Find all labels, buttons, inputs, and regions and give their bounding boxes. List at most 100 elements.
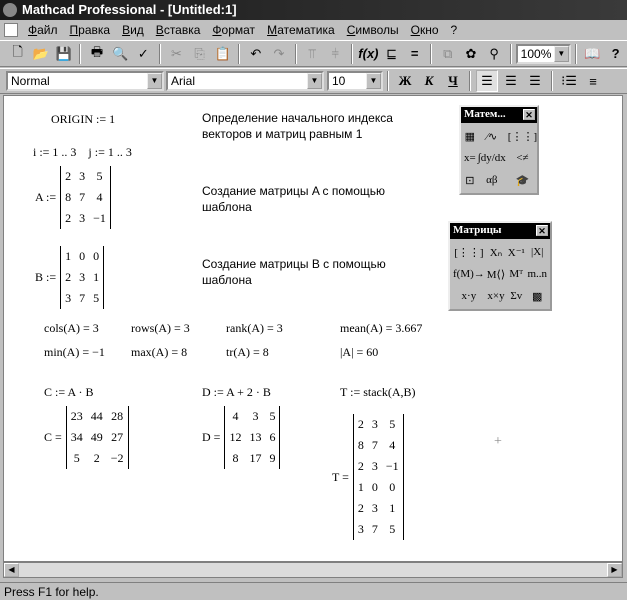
horizontal-scrollbar[interactable]: ◀ ▶ (3, 562, 623, 578)
crosshair-cursor: + (494, 434, 502, 449)
menu-window[interactable]: Окно (405, 23, 445, 37)
worksheet[interactable]: ORIGIN := 1 Определение начального индек… (3, 95, 623, 562)
help-icon[interactable]: ? (605, 43, 626, 65)
palette-button-icon[interactable]: |X| (527, 242, 547, 262)
zoom-select[interactable]: 100% ▼ (515, 43, 571, 64)
scroll-left-icon[interactable]: ◀ (4, 563, 19, 577)
doc-icon[interactable] (4, 22, 18, 37)
trace-result[interactable]: tr(A) = 8 (226, 345, 269, 360)
palette-button-icon[interactable]: [⋮⋮] (508, 126, 537, 146)
palette-button-icon[interactable]: x·y (453, 286, 485, 306)
menu-format[interactable]: Формат (206, 23, 261, 37)
italic-button[interactable]: К (418, 70, 440, 92)
redo-icon[interactable]: ↷ (268, 43, 289, 65)
chevron-down-icon[interactable]: ▼ (366, 73, 381, 89)
undo-icon[interactable]: ↶ (245, 43, 266, 65)
matrix-t[interactable]: T = 2 3 5 8 7 4 2 3 −1 1 0 0 2 3 1 3 7 5 (332, 414, 404, 540)
component-icon[interactable]: ⧉ (437, 43, 458, 65)
close-icon[interactable]: ✕ (536, 225, 548, 236)
style-select[interactable]: Normal ▼ (6, 71, 164, 91)
palette-button-icon[interactable]: Xₙ (487, 242, 505, 262)
matrix-c[interactable]: C = 23 44 28 34 49 27 5 2 −2 (44, 406, 129, 469)
menu-math[interactable]: Математика (261, 23, 341, 37)
menu-symbols[interactable]: Символы (341, 23, 405, 37)
chevron-down-icon[interactable]: ▼ (307, 73, 322, 89)
new-icon[interactable]: 🗋 (7, 43, 28, 65)
menu-view[interactable]: Вид (116, 23, 150, 37)
max-result[interactable]: max(A) = 8 (131, 345, 187, 360)
palette-button-icon[interactable]: M⟨⟩ (487, 264, 505, 284)
menu-insert[interactable]: Вставка (150, 23, 207, 37)
palette-button-icon[interactable]: ⊡ (464, 170, 476, 190)
origin-definition[interactable]: ORIGIN := 1 (51, 112, 115, 127)
palette-button-icon[interactable]: ∫dy/dx (478, 148, 506, 168)
menu-edit[interactable]: Правка (64, 23, 117, 37)
determinant-result[interactable]: |A| = 60 (340, 345, 378, 360)
align-center-icon[interactable]: ☰ (500, 70, 522, 92)
matrix-a[interactable]: A := 2 3 5 8 7 4 2 3 −1 (35, 166, 111, 229)
palette-button-icon[interactable]: <≠ (508, 148, 537, 168)
matrix-palette-header[interactable]: Матрицы ✕ (450, 223, 550, 239)
mean-result[interactable]: mean(A) = 3.667 (340, 321, 422, 336)
bullets-icon[interactable]: ⁝☰ (558, 70, 580, 92)
save-icon[interactable]: 💾 (53, 43, 74, 65)
copy-icon[interactable]: ⎘ (189, 43, 210, 65)
d-definition[interactable]: D := A + 2 · B (202, 385, 271, 400)
rows-result[interactable]: rows(A) = 3 (131, 321, 190, 336)
scroll-right-icon[interactable]: ▶ (607, 563, 622, 577)
resources-icon[interactable]: ✿ (460, 43, 481, 65)
bold-button[interactable]: Ж (394, 70, 416, 92)
cut-icon[interactable]: ✂ (166, 43, 187, 65)
min-result[interactable]: min(A) = −1 (44, 345, 105, 360)
insert-unit-icon[interactable]: ⊑ (381, 43, 402, 65)
close-icon[interactable]: ✕ (523, 109, 535, 120)
print-icon[interactable]: 🖶 (86, 43, 107, 65)
matrix-b-comment[interactable]: Создание матрицы B с помощью шаблона (202, 256, 412, 288)
resource-center-icon[interactable]: 📖 (582, 43, 603, 65)
hierarchy-icon[interactable]: ⚲ (484, 43, 505, 65)
palette-button-icon[interactable]: f(M)→ (453, 264, 485, 284)
paste-icon[interactable]: 📋 (212, 43, 233, 65)
rank-result[interactable]: rank(A) = 3 (226, 321, 283, 336)
t-definition[interactable]: T := stack(A,B) (340, 385, 416, 400)
menu-help[interactable]: ? (445, 23, 464, 37)
size-select[interactable]: 10 ▼ (327, 71, 383, 91)
range-definitions[interactable]: i := 1 .. 3 j := 1 .. 3 (33, 145, 132, 160)
palette-button-icon[interactable]: X⁻¹ (507, 242, 525, 262)
matrix-b[interactable]: B := 1 0 0 2 3 1 3 7 5 (35, 246, 105, 309)
align-across-icon[interactable]: ⫪ (302, 43, 323, 65)
palette-button-icon[interactable]: 🎓 (508, 170, 537, 190)
underline-button[interactable]: Ч (442, 70, 464, 92)
cols-result[interactable]: cols(A) = 3 (44, 321, 99, 336)
palette-button-icon[interactable]: m..n (527, 264, 547, 284)
matrix-palette[interactable]: Матрицы ✕ [⋮⋮] Xₙ X⁻¹ |X| f(M)→ M⟨⟩ Mᵀ m..n x·y x×… (448, 221, 552, 311)
menu-file[interactable]: Файл (22, 23, 64, 37)
palette-button-icon[interactable]: x= (464, 148, 476, 168)
palette-button-icon[interactable]: Mᵀ (507, 264, 525, 284)
chevron-down-icon[interactable]: ▼ (147, 73, 162, 89)
align-down-icon[interactable]: ⫩ (325, 43, 346, 65)
open-icon[interactable]: 📂 (30, 43, 51, 65)
print-preview-icon[interactable]: 🔍 (110, 43, 131, 65)
numbering-icon[interactable]: ≡ (582, 70, 604, 92)
palette-button-icon[interactable]: x×y (487, 286, 505, 306)
palette-button-icon[interactable]: ▦ (464, 126, 476, 146)
math-palette[interactable]: Матем... ✕ ▦ ⁄∿ [⋮⋮] x= ∫dy/dx <≠ ⊡ αβ 🎓 (459, 105, 539, 195)
palette-button-icon[interactable]: ▩ (527, 286, 547, 306)
matrix-d[interactable]: D = 4 3 5 12 13 6 8 17 9 (202, 406, 281, 469)
chevron-down-icon[interactable]: ▼ (553, 45, 569, 62)
matrix-a-comment[interactable]: Создание матрицы A с помощью шаблона (202, 183, 412, 215)
insert-function-icon[interactable]: f(x) (358, 43, 379, 65)
palette-button-icon[interactable]: αβ (478, 170, 506, 190)
math-palette-header[interactable]: Матем... ✕ (461, 107, 537, 123)
c-definition[interactable]: C := A · B (44, 385, 93, 400)
font-select[interactable]: Arial ▼ (166, 71, 324, 91)
align-left-icon[interactable]: ☰ (476, 70, 498, 92)
palette-button-icon[interactable]: [⋮⋮] (453, 242, 485, 262)
calculate-icon[interactable]: = (404, 43, 425, 65)
align-right-icon[interactable]: ☰ (524, 70, 546, 92)
palette-button-icon[interactable]: Σv (507, 286, 525, 306)
origin-comment[interactable]: Определение начального индекса векторов … (202, 110, 422, 142)
palette-button-icon[interactable]: ⁄∿ (478, 126, 506, 146)
spellcheck-icon[interactable]: ✓ (133, 43, 154, 65)
